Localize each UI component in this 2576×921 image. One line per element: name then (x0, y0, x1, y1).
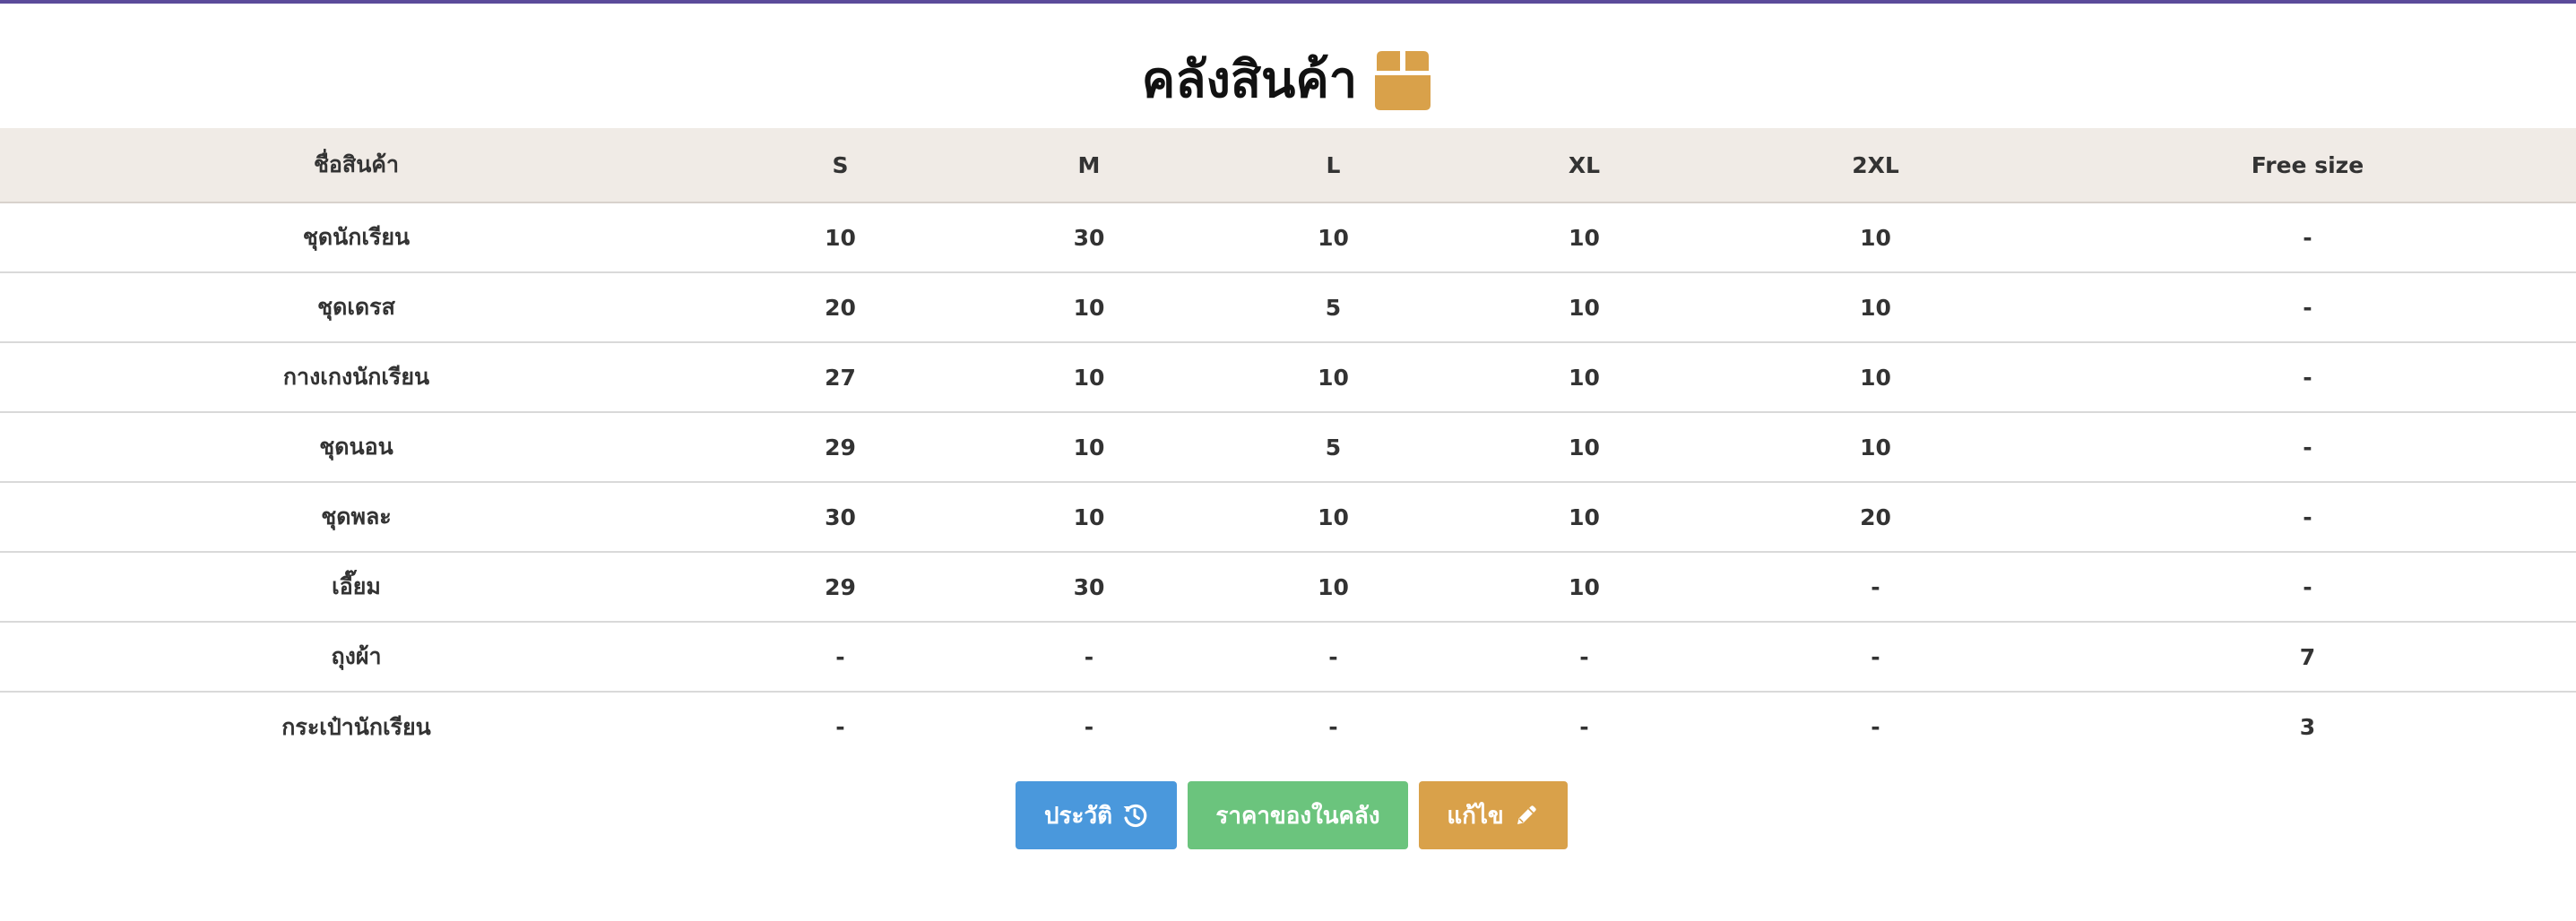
product-name: กระเป๋านักเรียน (281, 713, 431, 740)
product-name: ชุดนอน (0, 412, 713, 483)
qty-xl: 10 (1457, 342, 1712, 413)
column-header-product: ชื่อสินค้า (0, 128, 713, 203)
box-icon (1371, 49, 1434, 112)
qty-l: - (1210, 622, 1457, 693)
qty-free-size: - (2039, 412, 2576, 483)
qty-s: 27 (713, 342, 968, 413)
qty-m: 10 (968, 412, 1210, 483)
column-header-m: M (968, 128, 1210, 203)
qty-s: 29 (713, 412, 968, 483)
edit-button-label: แก้ไข (1447, 802, 1504, 830)
qty-m: 30 (968, 202, 1210, 273)
stock-price-button[interactable]: ราคาของในคลัง (1188, 781, 1408, 849)
qty-xl: 10 (1457, 272, 1712, 343)
column-header-free-size: Free size (2039, 128, 2576, 203)
table-row: เอี๊ยม 29 30 10 10 - - (0, 552, 2576, 623)
product-name: ชุดนักเรียน (0, 202, 713, 273)
column-header-s: S (713, 128, 968, 203)
qty-m: 30 (968, 552, 1210, 623)
qty-2xl: 10 (1712, 412, 2039, 483)
qty-m: 10 (968, 272, 1210, 343)
qty-l: 10 (1210, 482, 1457, 553)
edit-button[interactable]: แก้ไข (1419, 781, 1568, 849)
page-header: คลังสินค้า (0, 45, 2576, 116)
product-name: ชุดเดรส (0, 272, 713, 343)
history-button-label: ประวัติ (1044, 802, 1112, 830)
qty-m: - (1084, 714, 1094, 740)
qty-free-size: 7 (2039, 622, 2576, 693)
qty-s: 30 (713, 482, 968, 553)
qty-m: 10 (968, 482, 1210, 553)
column-header-xl: XL (1457, 128, 1712, 203)
table-header-row: ชื่อสินค้า S M L XL 2XL Free size (0, 128, 2576, 203)
qty-2xl: 10 (1712, 272, 2039, 343)
qty-xl: 10 (1457, 552, 1712, 623)
qty-xl: - (1457, 622, 1712, 693)
qty-2xl: 10 (1712, 202, 2039, 273)
table-row: ชุดนอน 29 10 5 10 10 - (0, 412, 2576, 483)
qty-xl: 10 (1457, 412, 1712, 483)
qty-xl: 10 (1457, 482, 1712, 553)
column-header-2xl: 2XL (1712, 128, 2039, 203)
qty-l: 10 (1210, 342, 1457, 413)
qty-2xl: 20 (1712, 482, 2039, 553)
qty-l: 5 (1210, 272, 1457, 343)
qty-l: 10 (1210, 202, 1457, 273)
qty-free-size: - (2039, 342, 2576, 413)
history-button[interactable]: ประวัติ (1016, 781, 1177, 849)
table-row: ชุดพละ 30 10 10 10 20 - (0, 482, 2576, 553)
table-row: กางเกงนักเรียน 27 10 10 10 10 - (0, 342, 2576, 413)
column-header-l: L (1210, 128, 1457, 203)
qty-m: - (968, 622, 1210, 693)
qty-l: 10 (1210, 552, 1457, 623)
inventory-table: ชื่อสินค้า S M L XL 2XL Free size ชุดนัก… (0, 128, 2576, 762)
qty-2xl: 10 (1712, 342, 2039, 413)
qty-free-size: 3 (2299, 714, 2316, 740)
qty-s: 20 (713, 272, 968, 343)
qty-free-size: - (2039, 272, 2576, 343)
qty-free-size: - (2039, 482, 2576, 553)
table-row: ถุงผ้า - - - - - 7 (0, 622, 2576, 693)
qty-s: 29 (713, 552, 968, 623)
qty-xl: - (1579, 714, 1589, 740)
qty-free-size: - (2039, 552, 2576, 623)
page-title: คลังสินค้า (1141, 51, 1358, 109)
qty-s: - (713, 622, 968, 693)
product-name: ชุดพละ (0, 482, 713, 553)
qty-free-size: - (2039, 202, 2576, 273)
table-row: ชุดนักเรียน 10 30 10 10 10 - (0, 202, 2576, 273)
qty-2xl: - (1712, 552, 2039, 623)
history-icon (1121, 802, 1148, 829)
qty-2xl: - (1871, 714, 1880, 740)
qty-l: 5 (1210, 412, 1457, 483)
table-row: ชุดเดรส 20 10 5 10 10 - (0, 272, 2576, 343)
qty-s: 10 (713, 202, 968, 273)
qty-s: - (835, 714, 845, 740)
qty-l: - (1328, 714, 1338, 740)
product-name: กางเกงนักเรียน (0, 342, 713, 413)
product-name: ถุงผ้า (0, 622, 713, 693)
product-name: เอี๊ยม (0, 552, 713, 623)
stock-price-button-label: ราคาของในคลัง (1215, 802, 1380, 830)
top-accent-bar (0, 0, 2576, 4)
pencil-icon (1513, 802, 1540, 829)
qty-xl: 10 (1457, 202, 1712, 273)
action-buttons: ประวัติ ราคาของในคลัง แก้ไข (0, 781, 2576, 849)
qty-m: 10 (968, 342, 1210, 413)
qty-2xl: - (1712, 622, 2039, 693)
table-row: กระเป๋านักเรียน - - - - - 3 (0, 692, 2576, 762)
